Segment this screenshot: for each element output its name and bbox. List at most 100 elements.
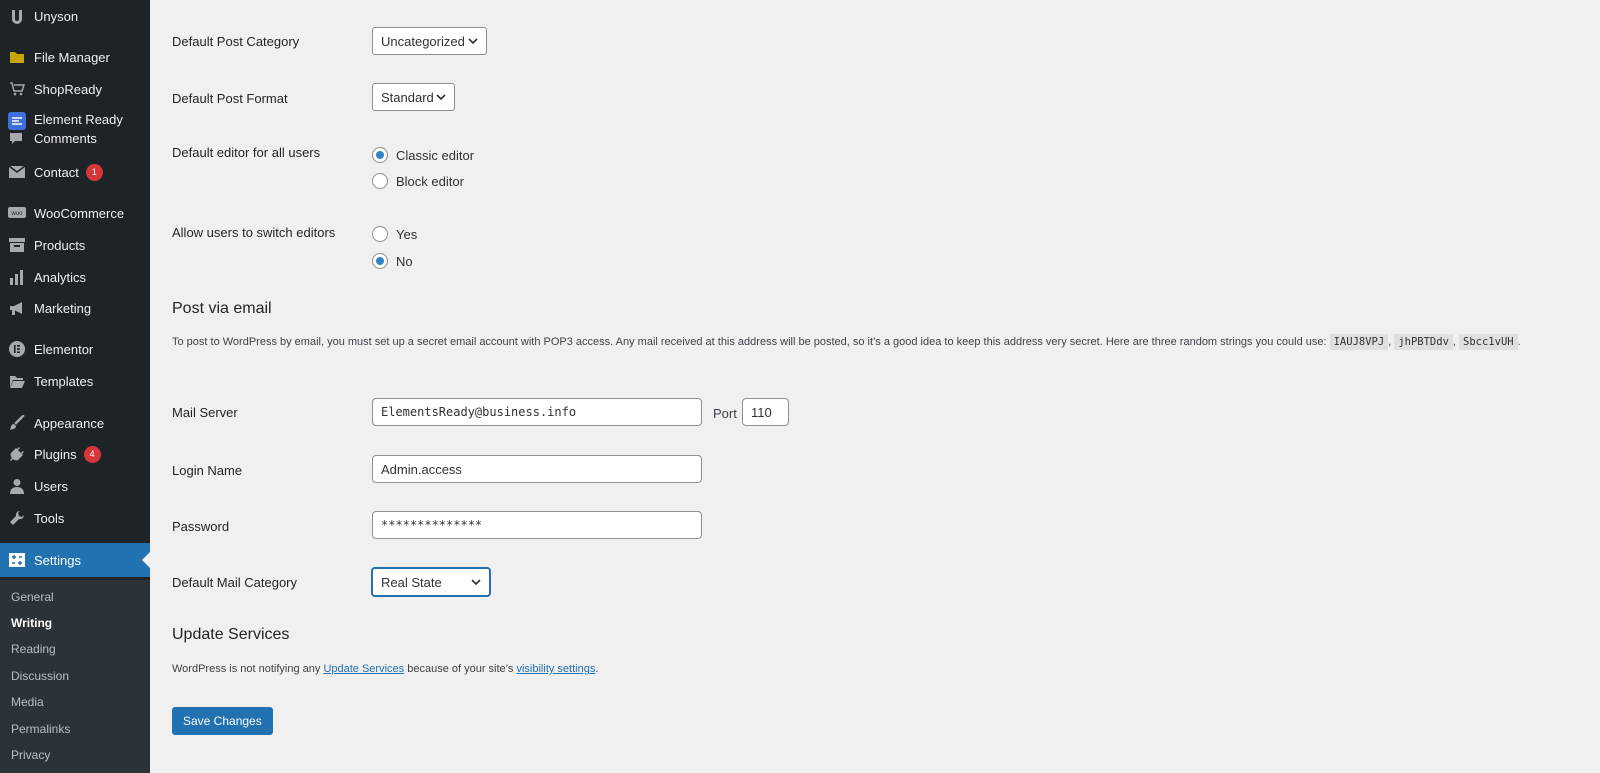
chevron-down-icon — [468, 38, 478, 45]
menu-appearance[interactable]: Appearance — [0, 409, 150, 437]
svg-text:woo: woo — [10, 211, 23, 217]
radio-label: Yes — [396, 226, 418, 242]
submenu-privacy[interactable]: Privacy — [11, 748, 50, 762]
update-services-text: WordPress is not notifying any Update Se… — [172, 659, 1572, 679]
menu-analytics[interactable]: Analytics — [0, 263, 150, 291]
archive-icon — [0, 238, 34, 252]
brush-icon — [0, 415, 34, 431]
menu-label: Tools — [34, 510, 65, 526]
menu-users[interactable]: Users — [0, 472, 150, 500]
radio-switch-no[interactable]: No — [372, 253, 413, 269]
menu-elementor[interactable]: Elementor — [0, 335, 150, 363]
menu-label: WooCommerce — [34, 205, 125, 221]
menu-label: Analytics — [34, 269, 87, 285]
submenu-writing[interactable]: Writing — [11, 616, 52, 630]
menu-marketing[interactable]: Marketing — [0, 294, 150, 322]
menu-plugins[interactable]: Plugins 4 — [0, 440, 150, 468]
default-category-select[interactable]: Uncategorized — [372, 27, 487, 55]
menu-label: Elementor — [34, 341, 94, 357]
menu-woocommerce[interactable]: woo WooCommerce — [0, 199, 150, 227]
description-text: To post to WordPress by email, you must … — [172, 336, 1327, 348]
menu-tools[interactable]: Tools — [0, 504, 150, 532]
menu-contact[interactable]: Contact 1 — [0, 158, 150, 186]
menu-unyson[interactable]: Unyson — [0, 2, 150, 30]
mail-icon — [0, 166, 34, 178]
text-segment: because of your site’s — [407, 663, 514, 675]
folder-icon — [0, 50, 34, 64]
login-name-label: Login Name — [172, 463, 243, 478]
radio-button[interactable] — [372, 147, 388, 163]
active-indicator — [142, 552, 150, 568]
radio-label: Classic editor — [396, 147, 475, 163]
menu-label: Marketing — [34, 300, 92, 316]
radio-button[interactable] — [372, 253, 388, 269]
random-string: Sbcc1vUH — [1459, 334, 1518, 350]
menu-label: ShopReady — [34, 81, 102, 97]
settings-main: Default Post Category Uncategorized Defa… — [150, 0, 1600, 773]
switch-editors-label: Allow users to switch editors — [172, 225, 336, 240]
radio-label: No — [396, 253, 413, 269]
menu-label: Plugins — [34, 446, 77, 462]
port-input[interactable]: 110 — [742, 398, 789, 426]
visibility-settings-link[interactable]: visibility settings — [516, 663, 595, 675]
default-editor-label: Default editor for all users — [172, 145, 321, 160]
menu-settings[interactable]: Settings — [0, 543, 150, 577]
default-format-label: Default Post Format — [172, 91, 288, 106]
submenu-permalinks[interactable]: Permalinks — [11, 722, 70, 736]
menu-label: File Manager — [34, 49, 110, 65]
default-format-select[interactable]: Standard — [372, 83, 455, 111]
chevron-down-icon — [471, 579, 481, 586]
notification-badge: 1 — [85, 163, 103, 181]
menu-label: Settings — [34, 552, 81, 568]
settings-icon — [0, 553, 34, 567]
mail-category-label: Default Mail Category — [172, 575, 297, 590]
text-segment: . — [595, 663, 599, 675]
chevron-down-icon — [436, 94, 446, 101]
menu-label: Element Ready — [34, 112, 123, 127]
submenu-general[interactable]: General — [11, 590, 54, 604]
menu-label: Products — [34, 237, 86, 253]
cart-icon — [0, 81, 34, 97]
radio-classic-editor[interactable]: Classic editor — [372, 147, 474, 163]
radio-switch-yes[interactable]: Yes — [372, 226, 417, 242]
element-ready-icon — [0, 110, 34, 130]
port-label: Port — [713, 406, 737, 421]
radio-button[interactable] — [372, 173, 388, 189]
password-label: Password — [172, 519, 230, 534]
plugin-icon — [0, 446, 34, 462]
bar-chart-icon — [0, 269, 34, 285]
unyson-icon — [0, 8, 34, 24]
wrench-icon — [0, 510, 34, 526]
random-string: IAUJ8VPJ — [1329, 334, 1389, 350]
menu-label: Templates — [34, 373, 94, 389]
comments-label[interactable]: Comments — [34, 131, 97, 146]
elementor-icon — [0, 341, 34, 357]
settings-submenu: General Writing Reading Discussion Media… — [0, 580, 150, 773]
folder-open-icon — [0, 374, 34, 388]
text-segment: WordPress is not notifying any — [172, 663, 321, 675]
save-changes-button[interactable]: Save Changes — [172, 707, 273, 735]
woo-icon: woo — [0, 206, 34, 220]
admin-sidebar: Unyson File Manager ShopReady Element Re… — [0, 0, 150, 773]
user-icon — [0, 478, 34, 494]
update-services-heading: Update Services — [172, 626, 290, 643]
submenu-discussion[interactable]: Discussion — [11, 669, 69, 683]
menu-shopready[interactable]: ShopReady — [0, 75, 150, 103]
mail-server-input[interactable]: ElementsReady@business.info — [372, 398, 702, 426]
submenu-reading[interactable]: Reading — [11, 642, 56, 656]
login-name-input[interactable]: Admin.access — [372, 455, 702, 483]
comment-icon — [9, 132, 23, 149]
mail-category-select[interactable]: Real State — [372, 568, 490, 596]
radio-button[interactable] — [372, 226, 388, 242]
update-services-link[interactable]: Update Services — [323, 663, 404, 675]
menu-file-manager[interactable]: File Manager — [0, 43, 150, 71]
select-value: Uncategorized — [381, 33, 465, 49]
password-input[interactable]: ************** — [372, 511, 702, 539]
submenu-media[interactable]: Media — [11, 695, 44, 709]
radio-label: Block editor — [396, 173, 464, 189]
menu-templates[interactable]: Templates — [0, 367, 150, 395]
menu-products[interactable]: Products — [0, 231, 150, 259]
mail-server-label: Mail Server — [172, 405, 238, 420]
radio-block-editor[interactable]: Block editor — [372, 173, 464, 189]
menu-label: Users — [34, 478, 68, 494]
